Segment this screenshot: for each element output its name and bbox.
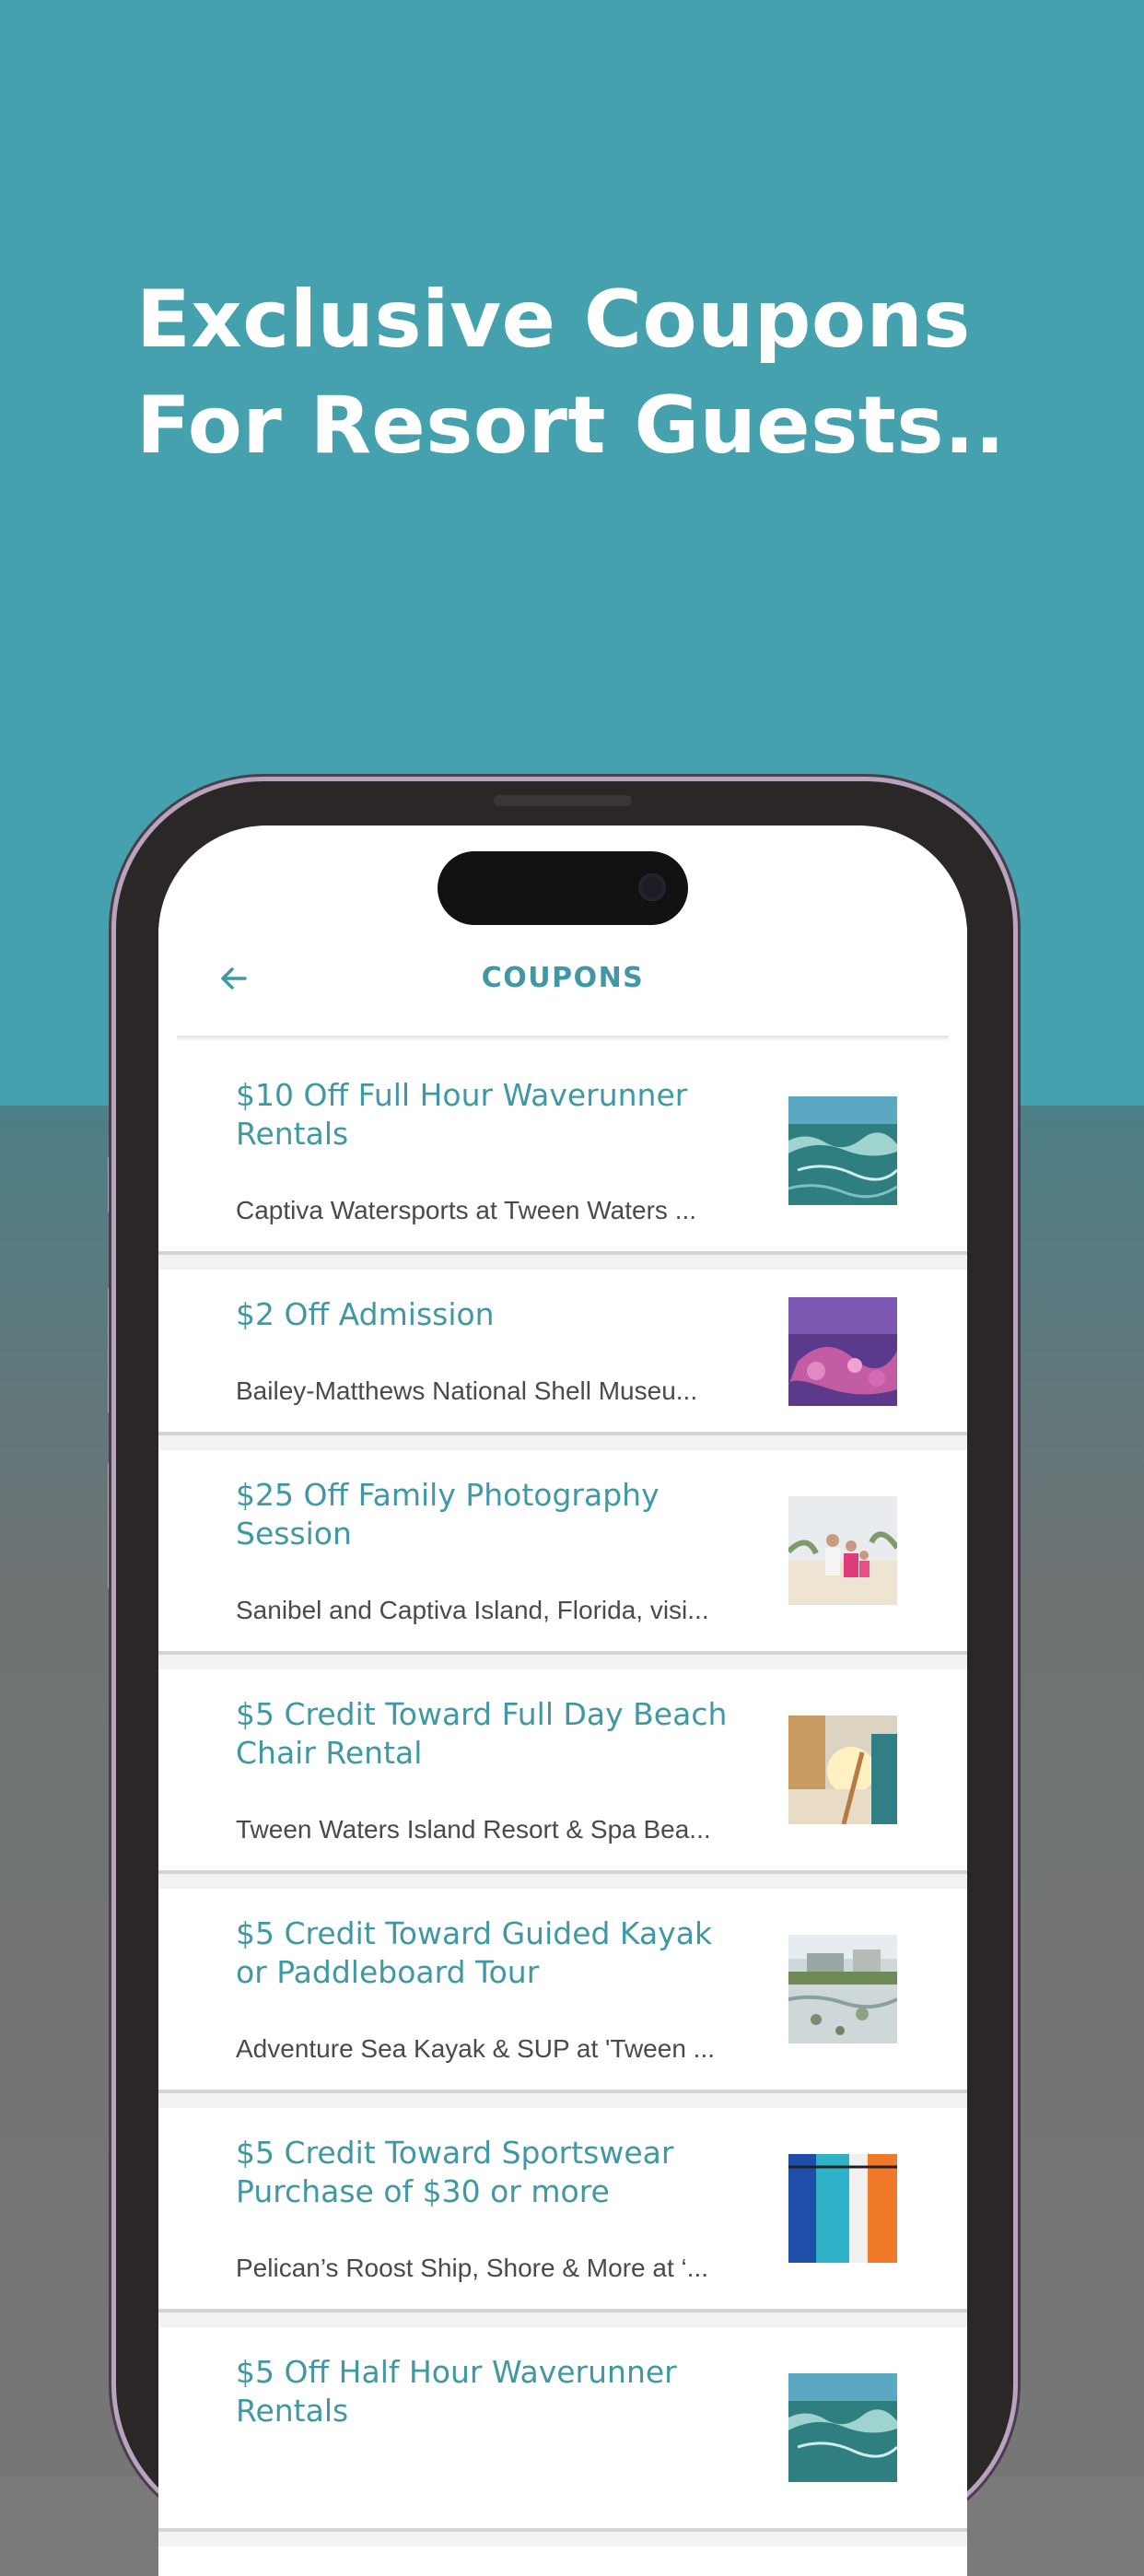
phone-action-button [108, 1155, 116, 1214]
coupon-subtitle: Captiva Watersports at Tween Waters ... [236, 1196, 697, 1224]
camera-icon [638, 873, 666, 901]
coupon-card[interactable]: $5 Off Half Hour Waverunner Rentals [158, 2327, 967, 2532]
page-title: COUPONS [481, 962, 645, 994]
family-beach-photo-image [788, 1496, 897, 1605]
app-bar: COUPONS [158, 927, 967, 1037]
ocean-waves-image [788, 2373, 897, 2482]
coupon-list: $10 Off Full Hour Waverunner Rentals Cap… [158, 1050, 967, 2547]
shell-coral-image [788, 1297, 897, 1406]
coupon-subtitle: Adventure Sea Kayak & SUP at 'Tween ... [236, 2034, 716, 2063]
coupon-card[interactable]: $10 Off Full Hour Waverunner Rentals Cap… [158, 1050, 967, 1255]
coupon-subtitle: Tween Waters Island Resort & Spa Bea... [236, 1815, 711, 1844]
phone-speaker [494, 795, 632, 806]
coupon-card[interactable]: $5 Credit Toward Full Day Beach Chair Re… [158, 1669, 967, 1874]
headline-line-1: Exclusive Coupons [136, 274, 971, 366]
phone-volume-up-button [108, 1286, 116, 1415]
coupon-subtitle: Pelican’s Roost Ship, Shore & More at ‘.… [236, 2254, 709, 2282]
kayak-waterfront-image [788, 1935, 897, 2043]
coupon-subtitle: Sanibel and Captiva Island, Florida, vis… [236, 1596, 709, 1624]
coupon-card[interactable]: $5 Credit Toward Guided Kayak or Paddleb… [158, 1889, 967, 2093]
coupon-title: $5 Credit Toward Sportswear Purchase of … [236, 2135, 674, 2209]
coupon-title: $5 Off Half Hour Waverunner Rentals [236, 2354, 677, 2429]
coupon-title: $5 Credit Toward Guided Kayak or Paddleb… [236, 1915, 713, 1990]
coupon-title: $5 Credit Toward Full Day Beach Chair Re… [236, 1696, 728, 1771]
coupon-title: $25 Off Family Photography Session [236, 1477, 660, 1551]
coupon-card[interactable]: $2 Off Admission Bailey-Matthews Nationa… [158, 1270, 967, 1435]
coupon-card[interactable]: $25 Off Family Photography Session Sanib… [158, 1450, 967, 1655]
headline-line-2: For Resort Guests.. [136, 380, 1006, 472]
promo-headline: Exclusive Coupons For Resort Guests.. [136, 267, 1057, 479]
coupon-subtitle: Bailey-Matthews National Shell Museu... [236, 1376, 698, 1405]
app-bar-shadow [177, 1036, 949, 1041]
phone-screen: COUPONS $10 Off Full Hour Waverunner Ren… [158, 825, 967, 2576]
ocean-waves-image [788, 1096, 897, 1205]
shirts-rack-image [788, 2154, 897, 2263]
coupon-title: $2 Off Admission [236, 1296, 495, 1332]
coupon-card[interactable]: $5 Credit Toward Sportswear Purchase of … [158, 2108, 967, 2313]
phone-volume-down-button [108, 1461, 116, 1590]
beach-sunset-chairs-image [788, 1715, 897, 1824]
coupon-title: $10 Off Full Hour Waverunner Rentals [236, 1077, 688, 1152]
dynamic-island [438, 851, 688, 925]
